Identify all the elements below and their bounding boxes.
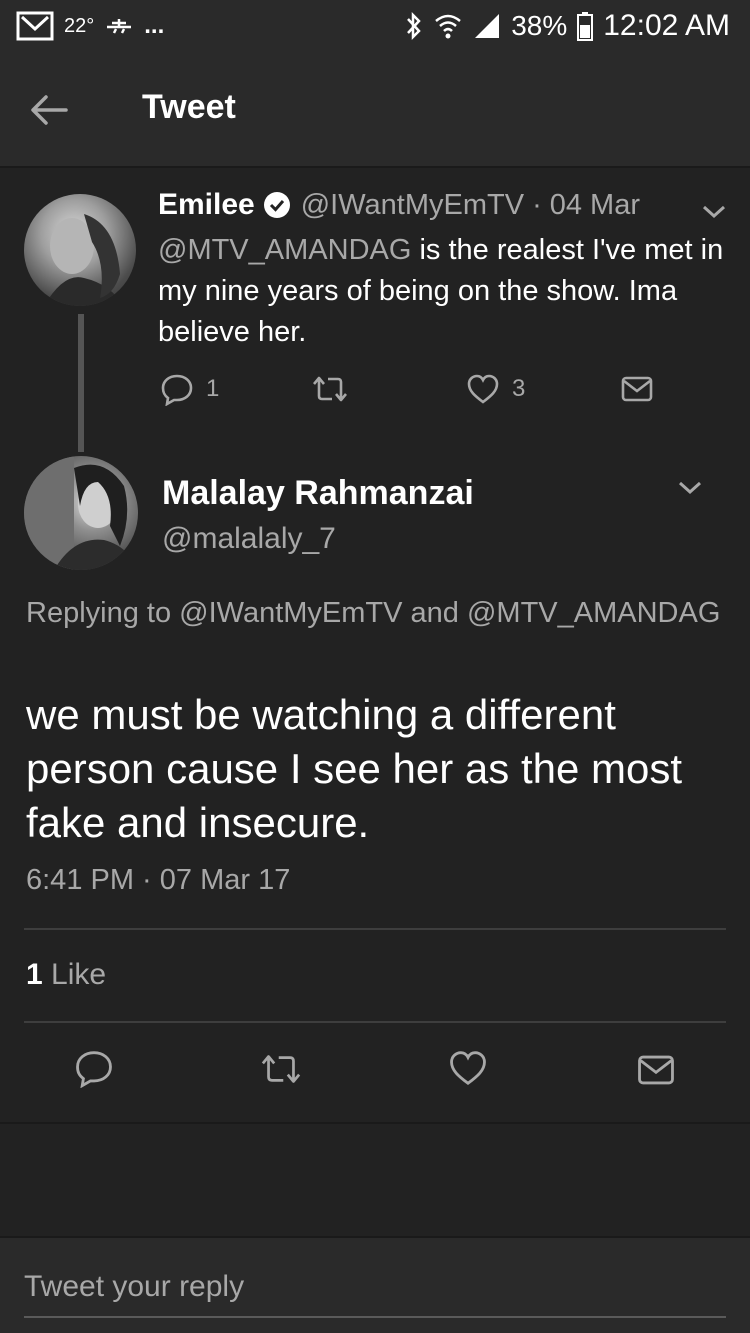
parent-tweet-date: 04 Mar	[549, 188, 640, 221]
parent-mention-link[interactable]: @MTV_AMANDAG	[158, 234, 411, 266]
thread-connector-line	[78, 314, 84, 452]
overflow-dots: ...	[144, 12, 165, 39]
tweet-timestamp: 6:41 PM · 07 Mar 17	[26, 864, 291, 896]
parent-dm-button[interactable]	[620, 374, 654, 404]
parent-reply-count: 1	[206, 375, 220, 402]
back-arrow-icon[interactable]	[28, 88, 72, 132]
status-bar: 22° ... 38% 12:02 AM	[0, 0, 750, 52]
main-author-name[interactable]: Malalay Rahmanzai	[162, 474, 474, 513]
bluetooth-icon	[407, 11, 421, 41]
parent-reply-button[interactable]: 1	[160, 372, 219, 406]
parent-tweet-header: Emilee @IWantMyEmTV · 04 Mar	[158, 188, 640, 222]
page-title: Tweet	[142, 88, 236, 126]
mail-icon	[621, 376, 653, 402]
replying-to-line: Replying to @IWantMyEmTV and @MTV_AMANDA…	[26, 592, 726, 634]
like-label: Like	[42, 958, 107, 991]
parent-author-handle[interactable]: @IWantMyEmTV	[301, 189, 524, 222]
main-author-handle[interactable]: @malalaly_7	[162, 522, 336, 556]
parent-tweet-text: @MTV_AMANDAG is the realest I've met in …	[158, 230, 738, 353]
reply-input[interactable]	[24, 1258, 726, 1318]
parent-author-name[interactable]: Emilee	[158, 188, 255, 222]
battery-percent: 38%	[511, 10, 568, 41]
parent-retweet-button[interactable]	[310, 374, 350, 404]
parent-avatar-image	[44, 214, 124, 306]
divider-bottom	[24, 1021, 726, 1023]
gmail-icon	[16, 11, 54, 41]
main-tweet-avatar[interactable]	[24, 456, 138, 570]
temperature-text: 22°	[64, 14, 95, 37]
replying-user-link-2[interactable]: @MTV_AMANDAG	[467, 597, 720, 629]
app-header: Tweet	[0, 52, 750, 168]
battery-icon	[577, 12, 594, 41]
parent-chevron-down-icon[interactable]	[700, 200, 728, 222]
main-retweet-button[interactable]	[258, 1052, 304, 1086]
status-bar-right: 38% 12:02 AM	[405, 8, 730, 44]
replying-user-link-1[interactable]: @IWantMyEmTV	[179, 597, 402, 629]
parent-like-button[interactable]: 3	[466, 372, 525, 406]
mail-icon	[638, 1055, 674, 1085]
main-reply-button[interactable]	[74, 1048, 114, 1088]
reply-icon	[76, 1051, 112, 1088]
heart-icon	[467, 374, 499, 404]
content-end-divider	[0, 1122, 750, 1124]
weather-icon	[107, 19, 132, 34]
replying-prefix: Replying to	[26, 597, 180, 629]
signal-icon	[475, 14, 500, 38]
divider-top	[24, 928, 726, 930]
replying-and: and	[402, 597, 467, 629]
retweet-icon	[261, 1055, 301, 1083]
likes-summary[interactable]: 1 Like	[26, 958, 106, 992]
parent-like-count: 3	[512, 375, 526, 402]
main-avatar-image	[24, 456, 138, 570]
reply-compose-bar	[0, 1236, 750, 1333]
parent-separator-dot: ·	[532, 188, 542, 221]
like-total: 1	[26, 958, 43, 991]
clock-time: 12:02 AM	[603, 9, 730, 42]
retweet-icon	[313, 376, 347, 402]
heart-icon	[450, 1051, 486, 1086]
main-tweet-actions	[0, 1048, 750, 1100]
wifi-icon	[435, 14, 461, 39]
main-chevron-down-icon[interactable]	[676, 476, 704, 498]
main-dm-button[interactable]	[636, 1052, 676, 1088]
status-bar-left: 22° ...	[16, 10, 164, 42]
main-tweet-text: we must be watching a different person c…	[26, 691, 683, 846]
parent-tweet-avatar[interactable]	[24, 194, 136, 306]
reply-icon	[161, 374, 193, 406]
main-like-button[interactable]	[448, 1048, 488, 1088]
verified-badge-icon	[263, 192, 290, 218]
